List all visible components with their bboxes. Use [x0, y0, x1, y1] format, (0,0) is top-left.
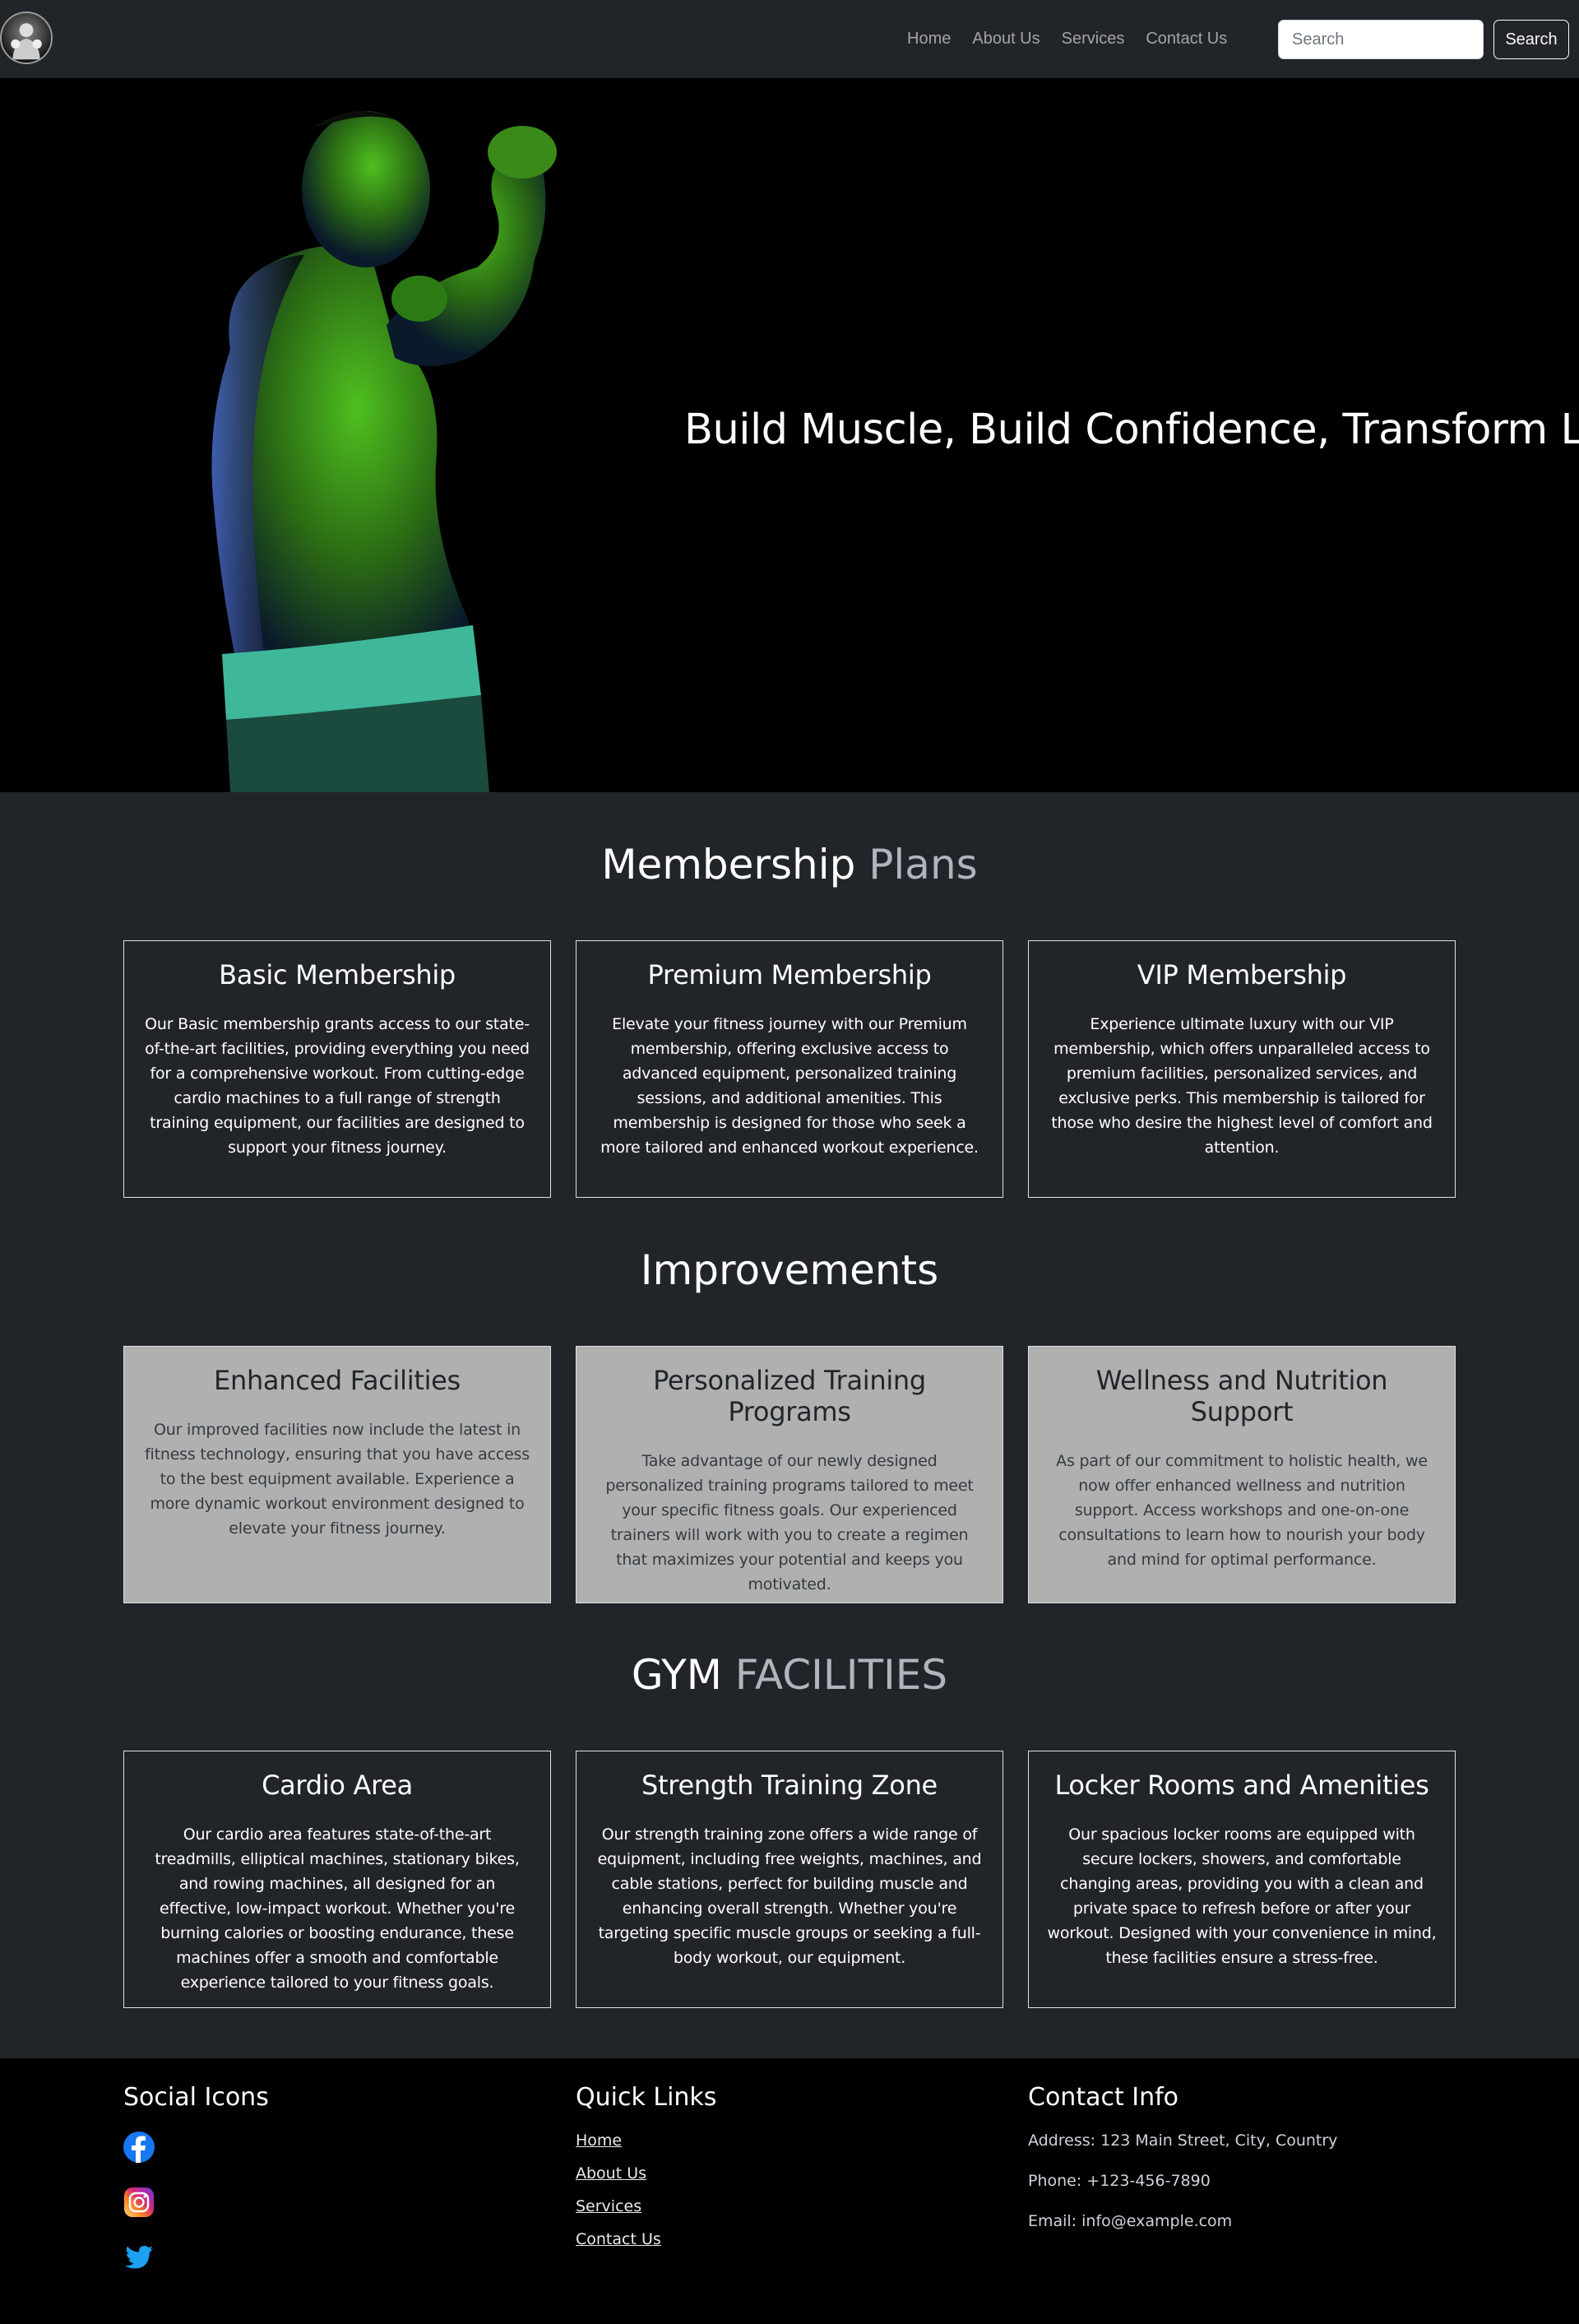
facility-card-strength: Strength Training Zone Our strength trai… — [576, 1751, 1003, 2008]
footer-address: Address: 123 Main Street, City, Country — [1028, 2131, 1338, 2150]
facility-card-lockers: Locker Rooms and Amenities Our spacious … — [1028, 1751, 1456, 2008]
improvements-title: Improvements — [640, 1246, 939, 1294]
card-text: Our Basic membership grants access to ou… — [145, 1015, 530, 1157]
gym-facilities-title: GYM FACILITIES — [631, 1651, 948, 1699]
footer-contact-title: Contact Info — [1028, 2083, 1179, 2112]
footer-social: Social Icons — [123, 2083, 269, 2297]
footer-contact-info: Contact Info Address: 123 Main Street, C… — [1028, 2083, 1337, 2252]
hero-title: Build Muscle, Build Confidence, Transfor… — [684, 406, 1579, 454]
footer-link-about-us[interactable]: About Us — [576, 2164, 716, 2183]
instagram-icon[interactable] — [123, 2187, 155, 2218]
card-text: Our cardio area features state-of-the-ar… — [155, 1825, 520, 1992]
nav-links: Home About Us Services Contact Us — [896, 0, 1238, 78]
card-title: Personalized Training Programs — [653, 1365, 926, 1427]
card-title: Wellness and Nutrition Support — [1095, 1365, 1388, 1427]
nav-home[interactable]: Home — [907, 30, 951, 49]
card-text: Our spacious locker rooms are equipped w… — [1047, 1825, 1437, 1967]
improvement-card-training: Personalized Training Programs Take adva… — [576, 1346, 1003, 1603]
membership-card-vip: VIP Membership Experience ultimate luxur… — [1028, 940, 1456, 1198]
nav-contact-us[interactable]: Contact Us — [1146, 30, 1227, 49]
footer-phone: Phone: +123-456-7890 — [1028, 2172, 1211, 2190]
membership-plans-title: Membership Plans — [601, 841, 978, 888]
footer: Social Icons Quick Links Home About Us S… — [0, 2058, 1579, 2324]
facility-card-cardio: Cardio Area Our cardio area features sta… — [123, 1751, 551, 2008]
card-text: Elevate your fitness journey with our Pr… — [600, 1015, 979, 1157]
search-button[interactable]: Search — [1493, 20, 1569, 59]
improvement-card-facilities: Enhanced Facilities Our improved facilit… — [123, 1346, 551, 1603]
hero-banner: Build Muscle, Build Confidence, Transfor… — [0, 78, 1579, 792]
footer-link-contact-us[interactable]: Contact Us — [576, 2230, 716, 2248]
card-text: Experience ultimate luxury with our VIP … — [1051, 1015, 1433, 1157]
footer-link-services[interactable]: Services — [576, 2197, 716, 2215]
card-title: Cardio Area — [262, 1770, 413, 1801]
card-title: Enhanced Facilities — [214, 1365, 461, 1396]
navbar: Home About Us Services Contact Us Search — [0, 0, 1579, 78]
twitter-icon[interactable] — [123, 2242, 155, 2273]
facebook-icon[interactable] — [123, 2131, 155, 2163]
membership-card-basic: Basic Membership Our Basic membership gr… — [123, 940, 551, 1198]
membership-card-premium: Premium Membership Elevate your fitness … — [576, 940, 1003, 1198]
nav-about-us[interactable]: About Us — [972, 30, 1040, 49]
footer-link-home[interactable]: Home — [576, 2131, 716, 2150]
card-title: Basic Membership — [219, 959, 456, 990]
card-text: Our improved facilities now include the … — [145, 1421, 530, 1538]
search-input[interactable] — [1278, 20, 1484, 59]
footer-quick-links: Quick Links Home About Us Services Conta… — [576, 2083, 716, 2263]
footer-links-title: Quick Links — [576, 2083, 717, 2112]
card-text: As part of our commitment to holistic he… — [1056, 1452, 1428, 1569]
improvement-card-wellness: Wellness and Nutrition Support As part o… — [1028, 1346, 1456, 1603]
footer-social-title: Social Icons — [123, 2083, 269, 2112]
gym-logo[interactable] — [0, 12, 53, 64]
card-text: Take advantage of our newly designed per… — [605, 1452, 974, 1593]
card-title: Premium Membership — [647, 959, 932, 990]
footer-email: Email: info@example.com — [1028, 2212, 1233, 2230]
boxer-image — [211, 111, 557, 792]
nav-services[interactable]: Services — [1062, 30, 1125, 49]
card-title: Strength Training Zone — [641, 1770, 938, 1801]
card-title: VIP Membership — [1137, 959, 1347, 990]
card-title: Locker Rooms and Amenities — [1054, 1770, 1429, 1801]
card-text: Our strength training zone offers a wide… — [597, 1825, 982, 1967]
